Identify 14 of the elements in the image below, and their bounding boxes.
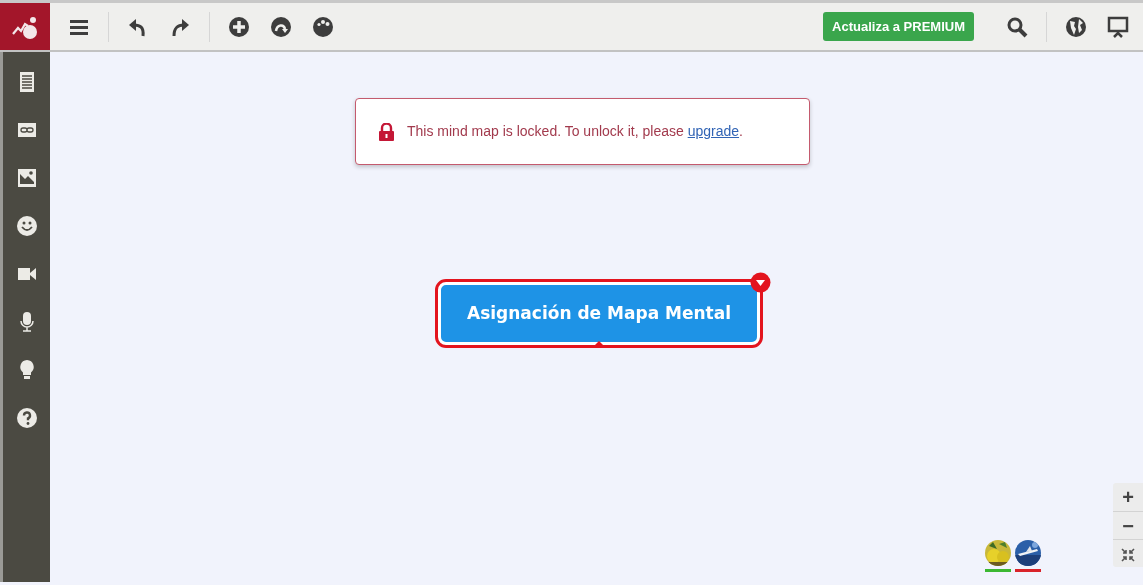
app-logo[interactable] (0, 3, 50, 50)
node-menu-icon[interactable] (750, 272, 771, 293)
upgrade-link[interactable]: upgrade (687, 123, 740, 139)
help-icon[interactable] (16, 408, 37, 428)
zoom-out-button[interactable]: − (1113, 511, 1143, 539)
mind-map-node[interactable]: Asignación de Mapa Mental (438, 282, 760, 345)
image-icon[interactable] (16, 168, 37, 188)
padlock-icon (378, 122, 395, 141)
smiley-icon[interactable] (16, 216, 37, 236)
fit-screen-icon[interactable] (1121, 548, 1135, 563)
premium-button[interactable]: Actualiza a PREMIUM (823, 11, 974, 42)
locked-message: This mind map is locked. To unlock it, please upgrade. (407, 122, 743, 141)
link-icon[interactable] (16, 120, 37, 140)
zoom-in-button[interactable]: + (1113, 483, 1143, 511)
